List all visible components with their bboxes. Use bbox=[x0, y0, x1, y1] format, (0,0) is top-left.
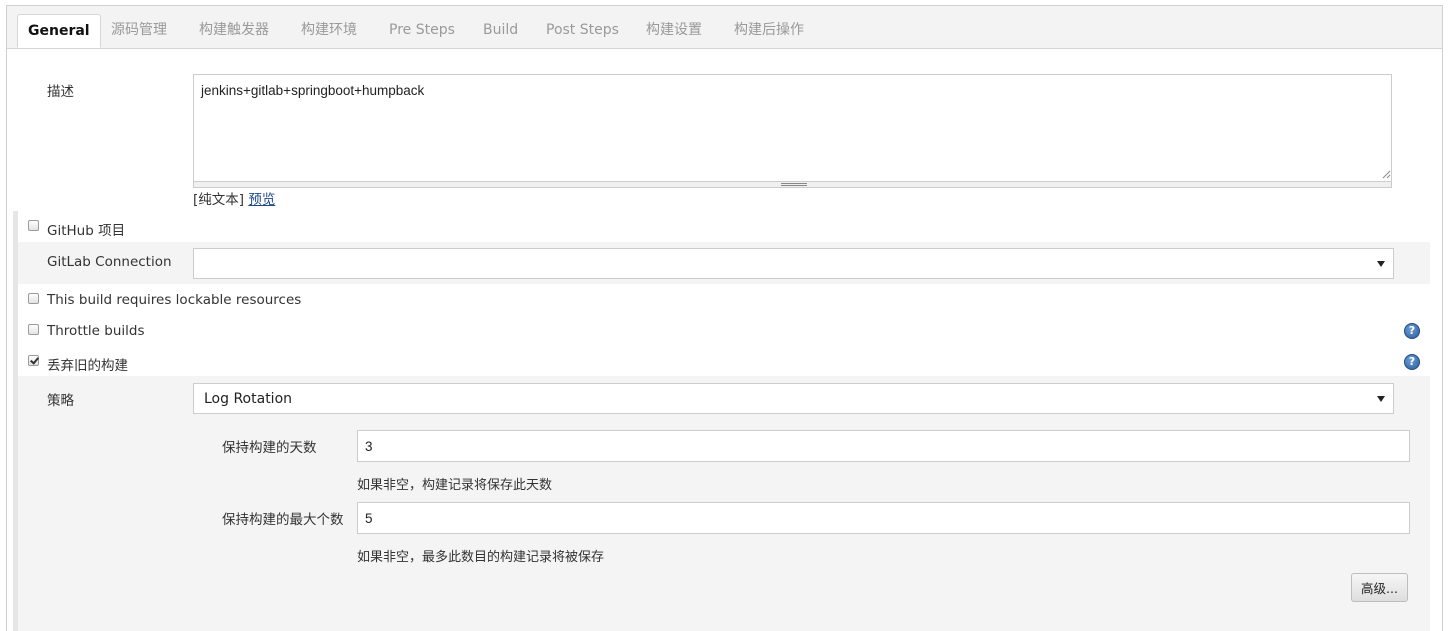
throttle-builds-checkbox[interactable] bbox=[28, 324, 39, 335]
tab-build[interactable]: Build bbox=[483, 14, 518, 47]
plain-text-label: [纯文本] bbox=[193, 192, 245, 208]
resize-corner-icon[interactable] bbox=[1381, 169, 1391, 179]
advanced-button[interactable]: 高级... bbox=[1351, 573, 1408, 602]
discard-old-builds-label: 丢弃旧的构建 bbox=[47, 358, 128, 374]
description-label: 描述 bbox=[47, 84, 74, 100]
days-to-keep-label: 保持构建的天数 bbox=[222, 440, 317, 456]
tab-post-build-actions[interactable]: 构建后操作 bbox=[734, 14, 804, 47]
strategy-label: 策略 bbox=[47, 393, 74, 409]
github-project-label: GitHub 项目 bbox=[47, 223, 126, 239]
tab-post-steps[interactable]: Post Steps bbox=[546, 14, 619, 47]
days-to-keep-input[interactable] bbox=[357, 430, 1410, 462]
job-config-panel: General 源码管理 构建触发器 构建环境 Pre Steps Build … bbox=[6, 5, 1443, 631]
max-builds-input[interactable] bbox=[357, 502, 1410, 534]
strategy-select[interactable]: Log Rotation bbox=[193, 383, 1394, 414]
max-builds-label: 保持构建的最大个数 bbox=[222, 512, 344, 528]
config-tab-bar: General 源码管理 构建触发器 构建环境 Pre Steps Build … bbox=[7, 6, 1442, 49]
textarea-resize-grip[interactable] bbox=[193, 182, 1392, 188]
discard-old-builds-checkbox[interactable] bbox=[28, 355, 39, 366]
github-project-checkbox[interactable] bbox=[28, 220, 39, 231]
tab-general[interactable]: General bbox=[17, 14, 101, 48]
chevron-down-icon bbox=[1377, 261, 1385, 267]
lockable-resources-checkbox[interactable] bbox=[28, 293, 39, 304]
tab-build-settings[interactable]: 构建设置 bbox=[646, 14, 702, 47]
description-textarea[interactable]: jenkins+gitlab+springboot+humpback bbox=[193, 74, 1392, 182]
tab-build-triggers[interactable]: 构建触发器 bbox=[199, 14, 269, 47]
preview-link[interactable]: 预览 bbox=[248, 192, 275, 208]
tab-build-environment[interactable]: 构建环境 bbox=[301, 14, 357, 47]
max-builds-description: 如果非空，最多此数目的构建记录将被保存 bbox=[357, 550, 605, 565]
description-format-bar: [纯文本] 预览 bbox=[193, 188, 275, 208]
gitlab-connection-select[interactable] bbox=[193, 248, 1394, 279]
tab-pre-steps[interactable]: Pre Steps bbox=[389, 14, 455, 47]
lockable-resources-label: This build requires lockable resources bbox=[47, 292, 302, 308]
tab-source-code[interactable]: 源码管理 bbox=[111, 14, 167, 47]
help-icon[interactable]: ? bbox=[1404, 323, 1420, 339]
throttle-builds-label: Throttle builds bbox=[47, 323, 145, 339]
strategy-value: Log Rotation bbox=[204, 391, 293, 407]
days-to-keep-description: 如果非空，构建记录将保存此天数 bbox=[357, 478, 553, 493]
gitlab-connection-label: GitLab Connection bbox=[47, 254, 172, 270]
chevron-down-icon bbox=[1377, 396, 1385, 402]
help-icon[interactable]: ? bbox=[1404, 354, 1420, 370]
